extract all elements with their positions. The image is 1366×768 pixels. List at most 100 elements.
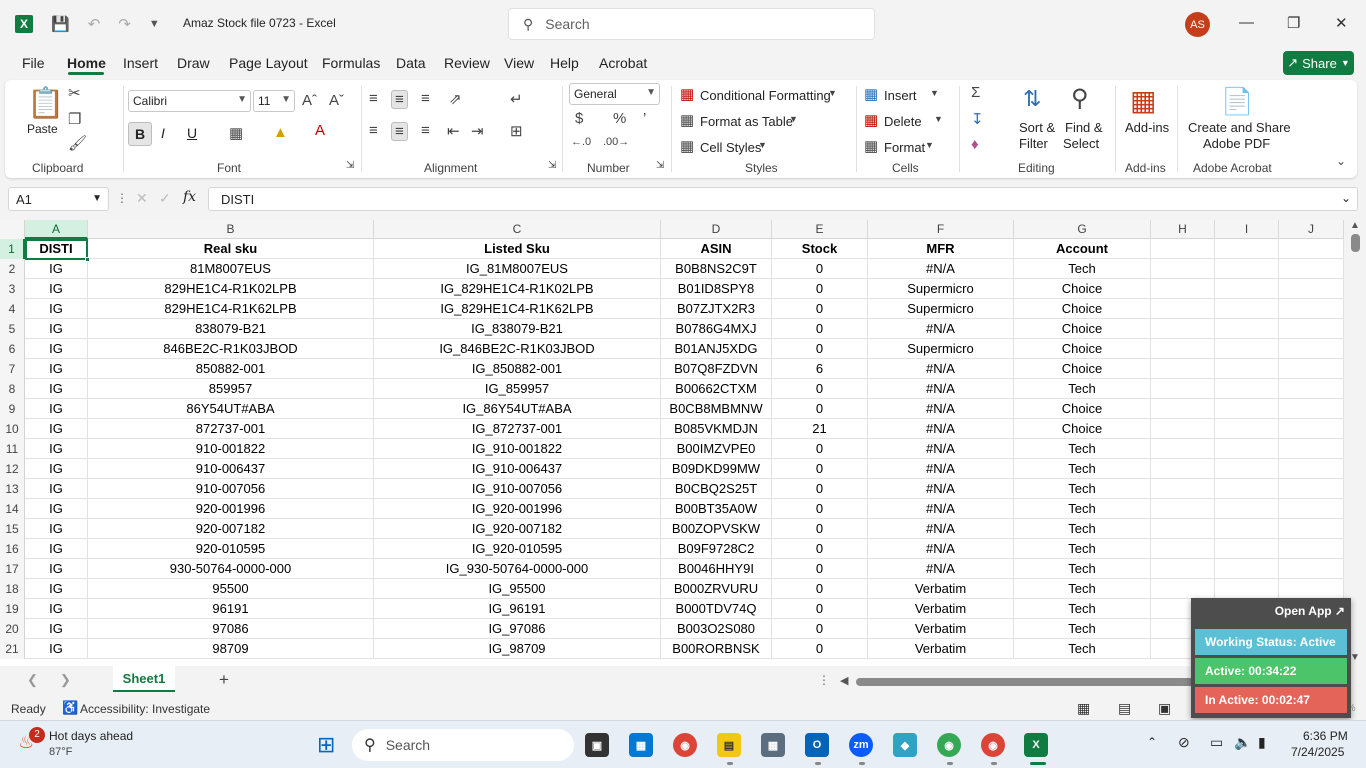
cell-c15[interactable]: IG_920-007182 xyxy=(374,519,661,539)
cell-c6[interactable]: IG_846BE2C-R1K03JBOD xyxy=(374,339,661,359)
cell-b9[interactable]: 86Y54UT#ABA xyxy=(88,399,374,419)
cell-j2[interactable] xyxy=(1279,259,1344,279)
select-all-corner[interactable] xyxy=(0,220,25,239)
cell-e21[interactable]: 0 xyxy=(772,639,868,659)
cell-g10[interactable]: Choice xyxy=(1014,419,1151,439)
cell-e6[interactable]: 0 xyxy=(772,339,868,359)
chevron-up-icon[interactable]: ⌃ xyxy=(1147,735,1157,749)
spreadsheet-grid[interactable]: ABCDEFGHIJ 1 DISTI Real sku Listed Sku ASIN S… xyxy=(0,220,1344,666)
cell-d17[interactable]: B0046HHY9I xyxy=(661,559,772,579)
cell-f17[interactable]: #N/A xyxy=(868,559,1014,579)
row-header[interactable]: 14 xyxy=(0,499,25,519)
column-header-f[interactable]: F xyxy=(868,220,1014,239)
cell-b19[interactable]: 96191 xyxy=(88,599,374,619)
cell-f11[interactable]: #N/A xyxy=(868,439,1014,459)
redo-icon[interactable]: ↷ xyxy=(118,15,131,33)
cell-b14[interactable]: 920-001996 xyxy=(88,499,374,519)
tab-draw[interactable]: Draw xyxy=(177,55,210,71)
cell-f9[interactable]: #N/A xyxy=(868,399,1014,419)
normal-view-icon[interactable]: ▦ xyxy=(1077,700,1090,717)
cell-g21[interactable]: Tech xyxy=(1014,639,1151,659)
cell-j10[interactable] xyxy=(1279,419,1344,439)
cell-f8[interactable]: #N/A xyxy=(868,379,1014,399)
cell-b1[interactable]: Real sku xyxy=(88,239,374,259)
font-color-icon[interactable]: A xyxy=(315,122,325,139)
cell-i2[interactable] xyxy=(1215,259,1279,279)
cell-b20[interactable]: 97086 xyxy=(88,619,374,639)
cell-b3[interactable]: 829HE1C4-R1K02LPB xyxy=(88,279,374,299)
cell-d1[interactable]: ASIN xyxy=(661,239,772,259)
avatar[interactable]: AS xyxy=(1185,12,1210,37)
merge-center-icon[interactable]: ⊞ xyxy=(510,122,523,140)
cut-icon[interactable]: ✂ xyxy=(68,84,81,102)
tab-insert[interactable]: Insert xyxy=(123,55,158,71)
cell-b12[interactable]: 910-006437 xyxy=(88,459,374,479)
cell-e18[interactable]: 0 xyxy=(772,579,868,599)
share-button[interactable]: ↗ Share ▼ xyxy=(1283,51,1354,75)
cell-a2[interactable]: IG xyxy=(25,259,88,279)
weather-title[interactable]: Hot days ahead xyxy=(49,729,133,743)
cell-h9[interactable] xyxy=(1151,399,1215,419)
row-header[interactable]: 10 xyxy=(0,419,25,439)
cell-e4[interactable]: 0 xyxy=(772,299,868,319)
row-header[interactable]: 1 xyxy=(0,239,25,259)
minimize-icon[interactable]: — xyxy=(1239,14,1254,31)
clock-time[interactable]: 6:36 PM xyxy=(1303,729,1348,743)
row-header[interactable]: 2 xyxy=(0,259,25,279)
cell-g7[interactable]: Choice xyxy=(1014,359,1151,379)
column-header-g[interactable]: G xyxy=(1014,220,1151,239)
tab-home[interactable]: Home xyxy=(67,55,106,71)
cell-g17[interactable]: Tech xyxy=(1014,559,1151,579)
copy-icon[interactable]: ❐ xyxy=(68,110,81,128)
format-painter-icon[interactable]: 🖌 xyxy=(68,134,87,152)
cell-g20[interactable]: Tech xyxy=(1014,619,1151,639)
cell-f3[interactable]: Supermicro xyxy=(868,279,1014,299)
conditional-formatting-button[interactable]: Conditional Formatting xyxy=(700,88,831,103)
expand-formula-icon[interactable]: ⌄ xyxy=(1341,191,1351,205)
cell-j17[interactable] xyxy=(1279,559,1344,579)
cell-d19[interactable]: B000TDV74Q xyxy=(661,599,772,619)
cell-b6[interactable]: 846BE2C-R1K03JBOD xyxy=(88,339,374,359)
cell-d15[interactable]: B00ZOPVSKW xyxy=(661,519,772,539)
column-header-c[interactable]: C xyxy=(374,220,661,239)
cell-f4[interactable]: Supermicro xyxy=(868,299,1014,319)
cell-b2[interactable]: 81M8007EUS xyxy=(88,259,374,279)
cell-d21[interactable]: B00RORBNSK xyxy=(661,639,772,659)
cell-j8[interactable] xyxy=(1279,379,1344,399)
align-right-icon[interactable]: ≡ xyxy=(421,122,430,139)
cell-c17[interactable]: IG_930-50764-0000-000 xyxy=(374,559,661,579)
cell-b5[interactable]: 838079-B21 xyxy=(88,319,374,339)
cell-e15[interactable]: 0 xyxy=(772,519,868,539)
scroll-up-icon[interactable]: ▲ xyxy=(1350,220,1360,231)
cell-j1[interactable] xyxy=(1279,239,1344,259)
row-header[interactable]: 5 xyxy=(0,319,25,339)
windows-start-icon[interactable]: ⊞ xyxy=(317,732,335,758)
collapse-ribbon-icon[interactable]: ⌄ xyxy=(1336,154,1346,168)
clock-date[interactable]: 7/24/2025 xyxy=(1291,745,1344,759)
cell-d7[interactable]: B07Q8FZDVN xyxy=(661,359,772,379)
comma-icon[interactable]: ’ xyxy=(643,110,646,127)
cell-i17[interactable] xyxy=(1215,559,1279,579)
cell-c2[interactable]: IG_81M8007EUS xyxy=(374,259,661,279)
cell-a11[interactable]: IG xyxy=(25,439,88,459)
cell-c7[interactable]: IG_850882-001 xyxy=(374,359,661,379)
tab-view[interactable]: View xyxy=(504,55,534,71)
cell-e14[interactable]: 0 xyxy=(772,499,868,519)
cell-e2[interactable]: 0 xyxy=(772,259,868,279)
decrease-indent-icon[interactable]: ⇤ xyxy=(447,122,460,140)
cell-i8[interactable] xyxy=(1215,379,1279,399)
outlook-icon[interactable]: O xyxy=(805,733,829,757)
cell-a20[interactable]: IG xyxy=(25,619,88,639)
cell-b13[interactable]: 910-007056 xyxy=(88,479,374,499)
cell-c21[interactable]: IG_98709 xyxy=(374,639,661,659)
cell-j13[interactable] xyxy=(1279,479,1344,499)
store-icon[interactable]: ▦ xyxy=(629,733,653,757)
filter-label[interactable]: Filter xyxy=(1019,136,1048,151)
cell-g13[interactable]: Tech xyxy=(1014,479,1151,499)
row-header[interactable]: 3 xyxy=(0,279,25,299)
cell-g19[interactable]: Tech xyxy=(1014,599,1151,619)
more-options-icon[interactable]: ⋮ xyxy=(116,191,128,205)
cell-f12[interactable]: #N/A xyxy=(868,459,1014,479)
cell-h3[interactable] xyxy=(1151,279,1215,299)
sheet-tab-sheet1[interactable]: Sheet1 xyxy=(113,666,175,692)
